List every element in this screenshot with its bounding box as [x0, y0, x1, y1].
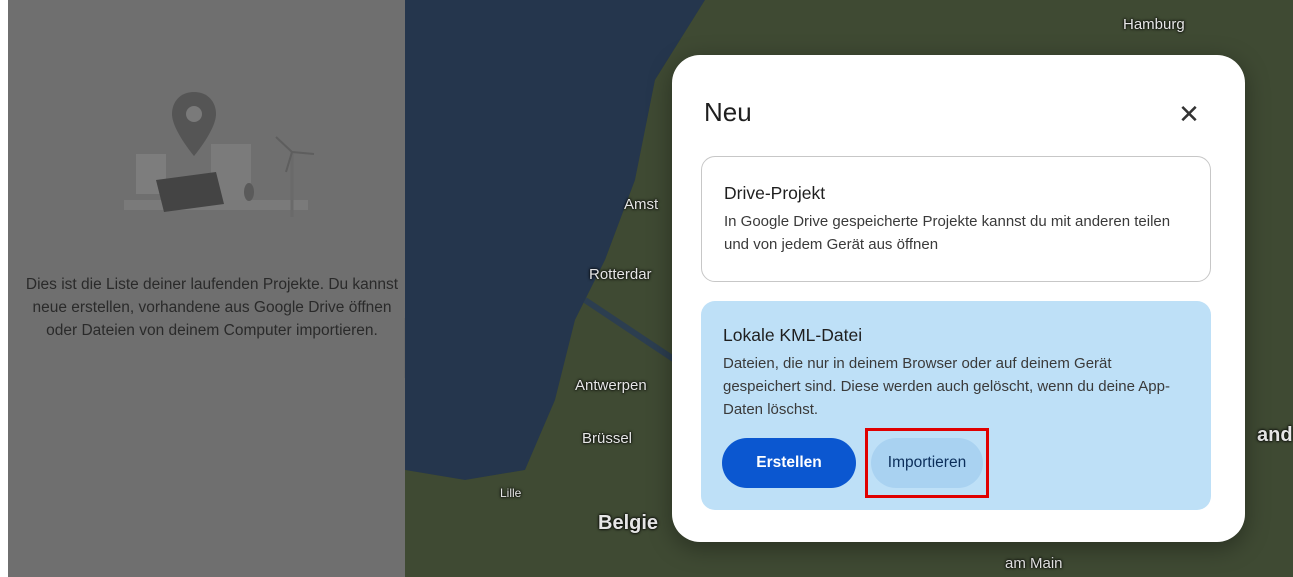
projects-sidebar: Dies ist die Liste deiner laufenden Proj… [8, 0, 405, 577]
empty-projects-illustration [124, 92, 315, 217]
map-label-hamburg: Hamburg [1123, 16, 1185, 33]
close-icon[interactable]: ✕ [1172, 97, 1206, 131]
drive-project-option[interactable]: Drive-Projekt In Google Drive gespeicher… [701, 156, 1211, 282]
new-project-dialog: Neu ✕ Drive-Projekt In Google Drive gesp… [672, 55, 1245, 542]
local-kml-title: Lokale KML-Datei [723, 325, 863, 345]
map-label-bruessel: Brüssel [582, 430, 633, 447]
import-button[interactable]: Importieren [871, 438, 983, 488]
local-kml-option[interactable]: Lokale KML-Datei Dateien, die nur in dei… [701, 301, 1211, 510]
map-label-rotterdam: Rotterdar [589, 266, 652, 283]
map-label-amsterdam: Amst [624, 196, 659, 213]
map-label-belgien: Belgie [598, 512, 659, 534]
drive-project-description: In Google Drive gespeicherte Projekte ka… [724, 213, 1171, 253]
empty-state-text: Dies ist die Liste deiner laufenden Proj… [25, 276, 399, 339]
map-label-land: and [1257, 424, 1293, 446]
map-label-antwerpen: Antwerpen [575, 377, 647, 394]
local-kml-description: Dateien, die nur in deinem Browser oder … [723, 355, 1170, 418]
dialog-title: Neu [704, 97, 752, 127]
map-label-frankfurt: am Main [1005, 555, 1063, 572]
map-label-lille: Lille [500, 486, 522, 500]
create-button[interactable]: Erstellen [722, 438, 856, 488]
drive-project-title: Drive-Projekt [724, 183, 826, 203]
